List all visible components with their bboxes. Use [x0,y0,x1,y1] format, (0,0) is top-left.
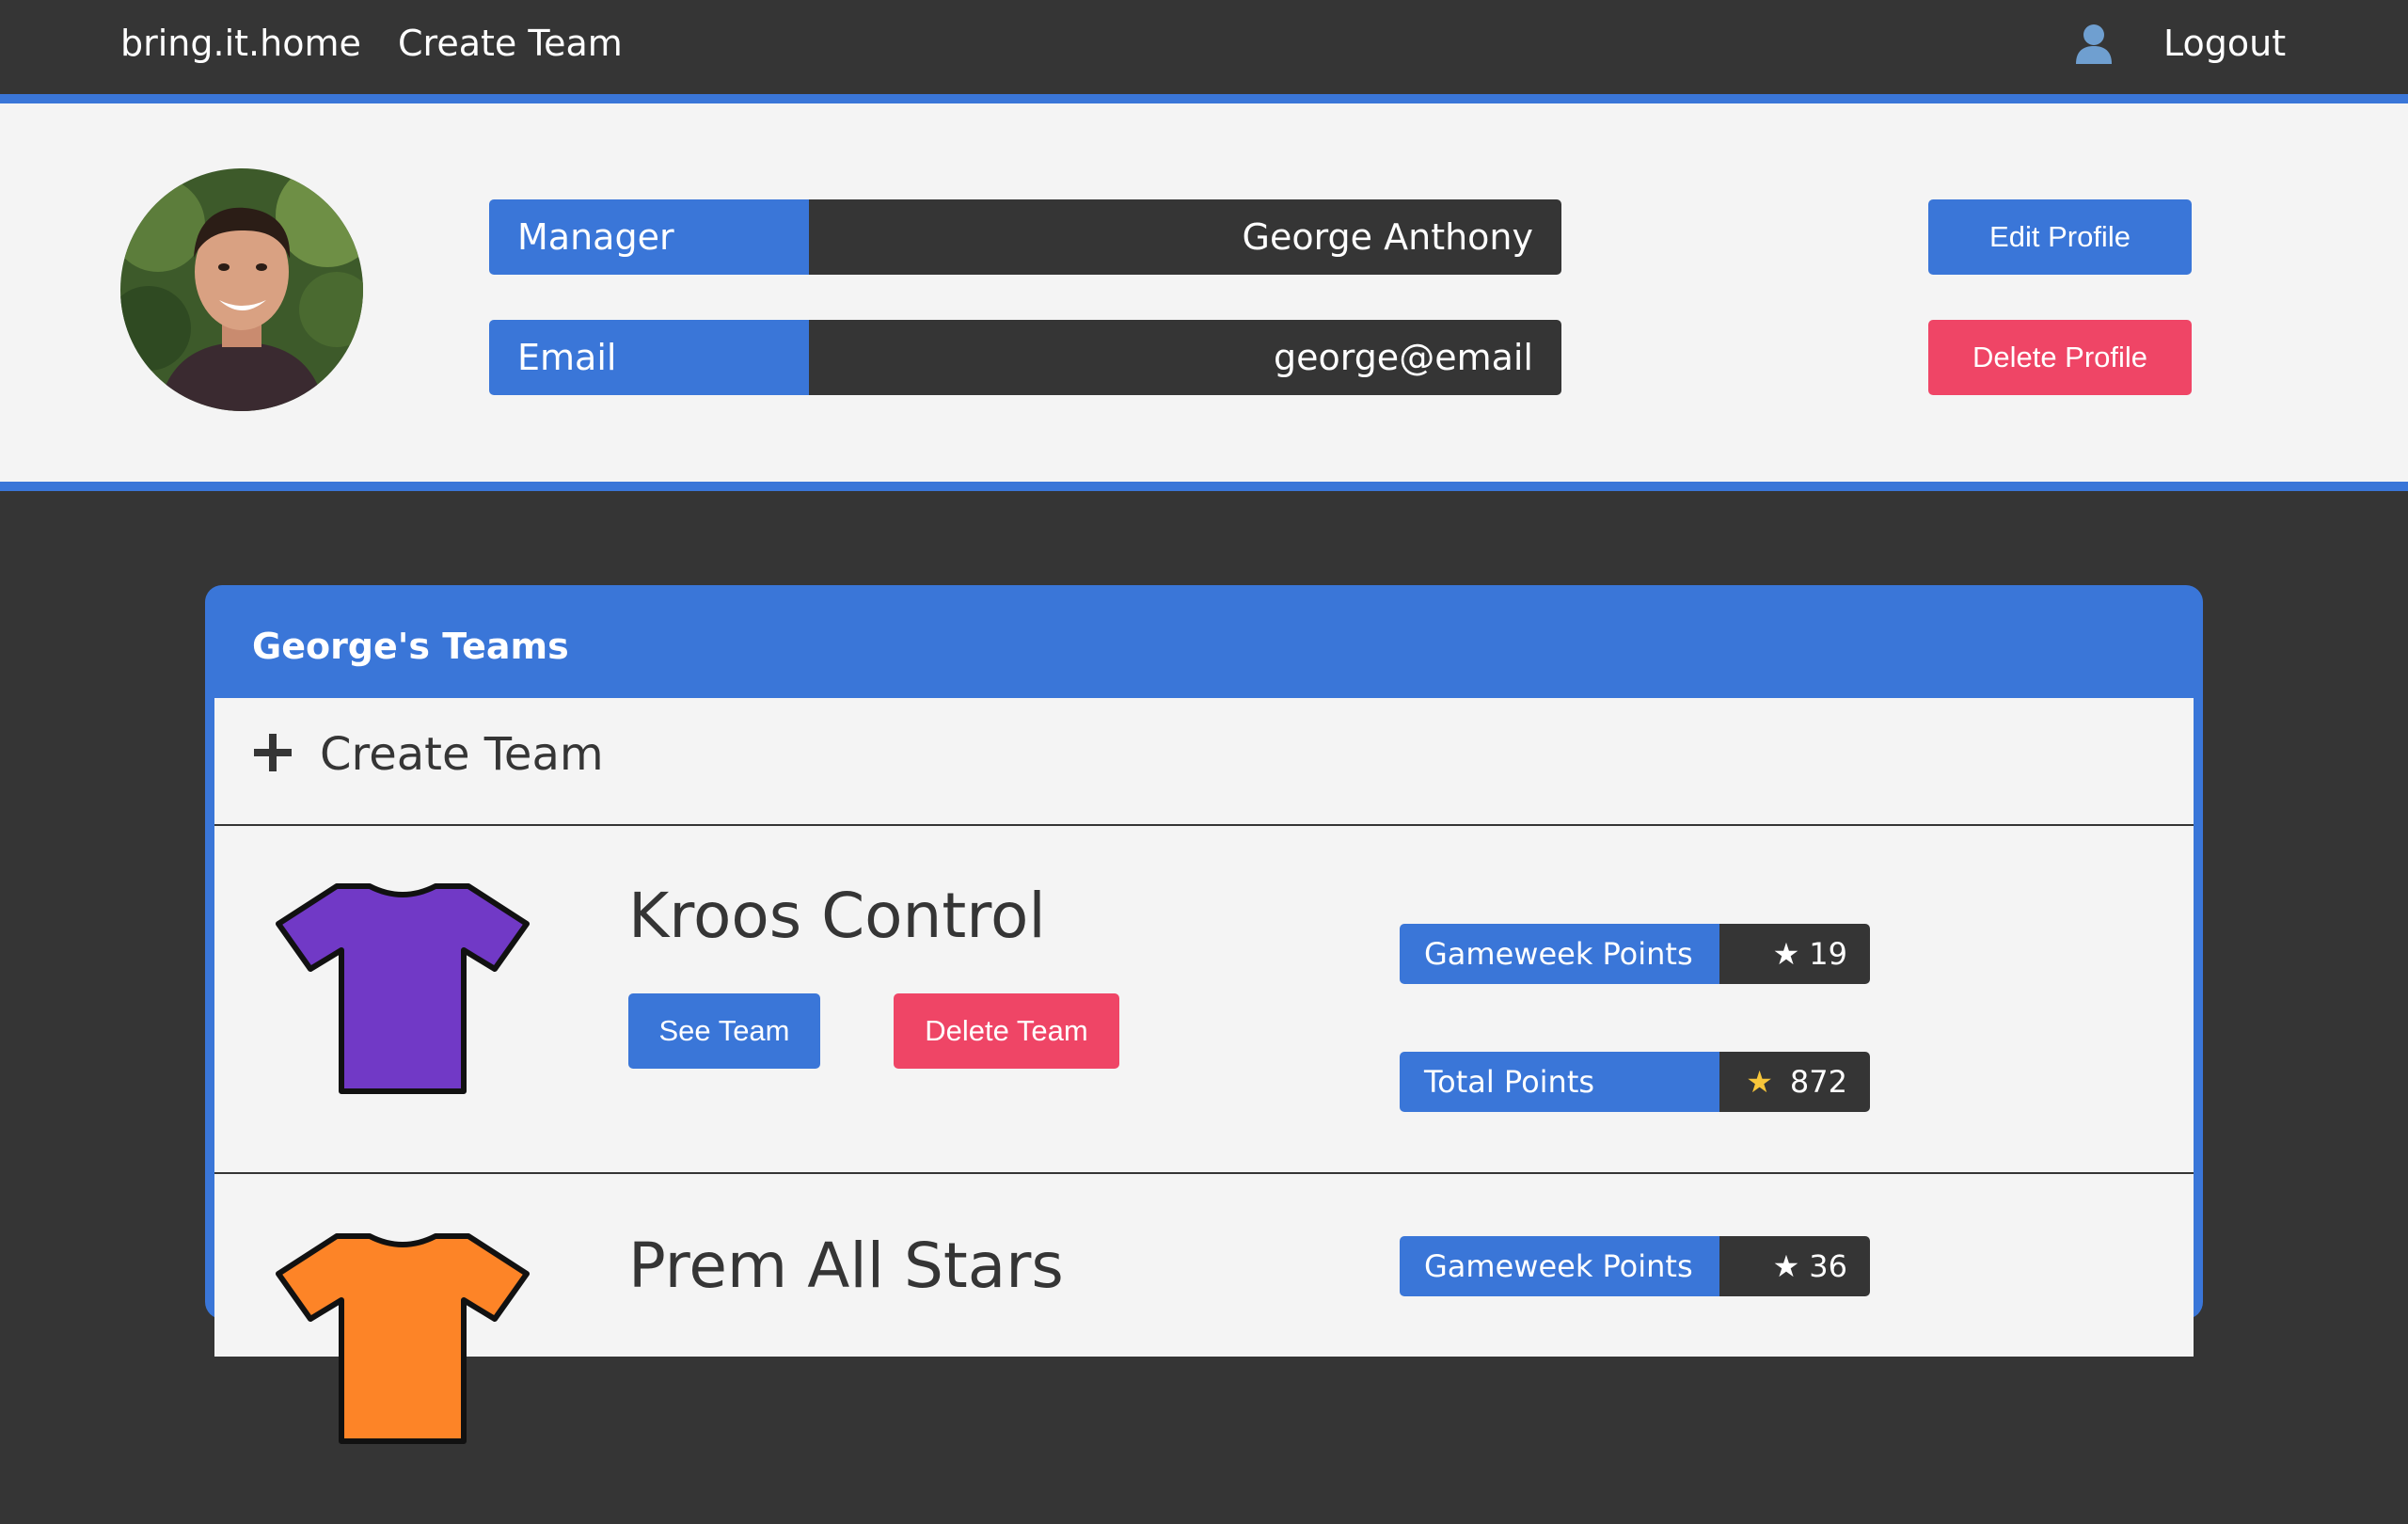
total-points-stat: Total Points ★ 872 [1400,1052,1870,1112]
navbar: bring.it.home Create Team Logout [0,0,2408,94]
team-name: Prem All Stars [628,1230,1064,1302]
create-team-label: Create Team [320,728,604,781]
teams-card: George's Teams Create Team Kroos Control… [205,585,2203,1444]
gameweek-points-stat: Gameweek Points ★ 19 [1400,924,1870,984]
email-label: Email [489,320,809,395]
email-field: Email george@email [489,320,1561,395]
see-team-button[interactable]: See Team [628,993,820,1069]
gameweek-points-stat: Gameweek Points ★ 36 [1400,1236,1870,1296]
user-icon[interactable] [2074,23,2114,64]
nav-create-team-link[interactable]: Create Team [398,19,623,68]
team-name: Kroos Control [628,880,1046,952]
star-icon: ★ [1772,936,1800,972]
gold-star-icon: ★ [1746,1064,1773,1100]
edit-profile-button[interactable]: Edit Profile [1928,199,2192,275]
brand-link[interactable]: bring.it.home [120,19,361,68]
manager-value: George Anthony [809,199,1561,275]
shirt-icon [276,883,530,1094]
total-points-value: ★ 872 [1719,1052,1870,1112]
logout-link[interactable]: Logout [2163,19,2286,68]
shirt-icon [276,1233,530,1444]
star-icon: ★ [1772,1248,1800,1284]
create-team-row[interactable]: Create Team [214,698,2194,826]
email-value: george@email [809,320,1561,395]
total-points-label: Total Points [1400,1052,1719,1112]
teams-title: George's Teams [252,626,569,667]
manager-label: Manager [489,199,809,275]
teams-list: Create Team Kroos Control See Team Delet… [214,698,2194,1444]
gameweek-points-label: Gameweek Points [1400,924,1719,984]
gameweek-points-label: Gameweek Points [1400,1236,1719,1296]
avatar [120,168,363,411]
delete-team-button[interactable]: Delete Team [894,993,1119,1069]
delete-profile-button[interactable]: Delete Profile [1928,320,2192,395]
team-row: Prem All Stars Gameweek Points ★ 36 [214,1176,2194,1524]
profile-divider [0,482,2408,491]
team-row: Kroos Control See Team Delete Team Gamew… [214,826,2194,1174]
gameweek-points-value: ★ 19 [1719,924,1870,984]
gameweek-points-value: ★ 36 [1719,1236,1870,1296]
plus-icon [254,734,292,771]
manager-field: Manager George Anthony [489,199,1561,275]
header-divider [0,94,2408,103]
profile-panel: Manager George Anthony Email george@emai… [0,103,2408,482]
